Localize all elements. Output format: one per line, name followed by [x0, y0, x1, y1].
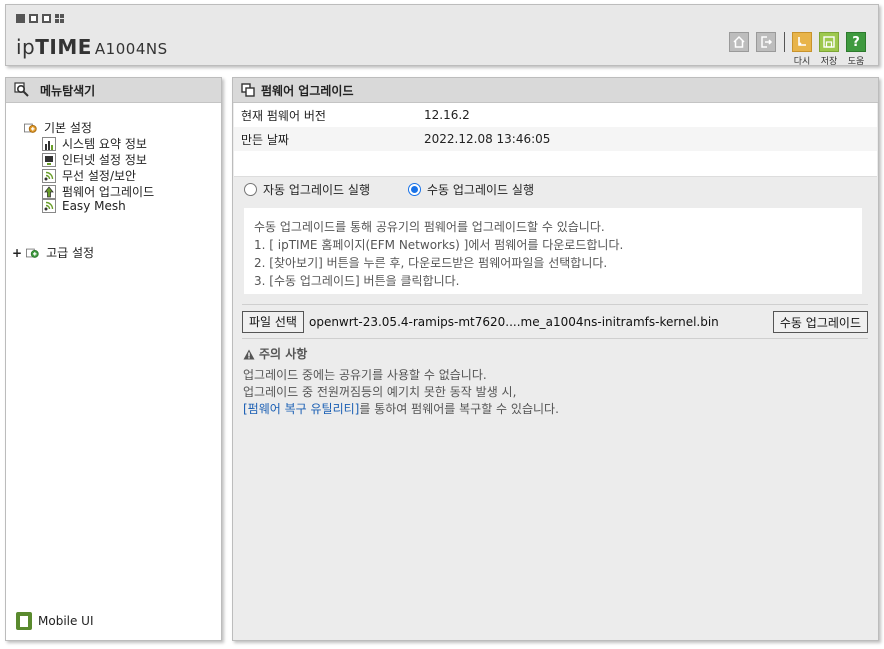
sidebar-title: 메뉴탐색기 [40, 83, 96, 98]
wireless-icon [42, 168, 56, 183]
guide-line: 2. [찾아보기] 버튼을 누른 후, 다운로드받은 펌웨어파일을 선택합니다. [254, 256, 608, 270]
caution-line: [펌웨어 복구 유틸리티]를 통하여 펌웨어를 복구할 수 있습니다. [243, 401, 559, 418]
caution-text: 를 통하여 펌웨어를 복구할 수 있습니다. [359, 402, 559, 416]
caution-line: 업그레이드 중에는 공유기를 사용할 수 없습니다. [243, 368, 487, 382]
window-icon [241, 83, 255, 97]
main-header: 펌웨어 업그레이드 [233, 78, 878, 103]
wireless-icon [42, 199, 56, 213]
menu-item-easy-mesh[interactable]: Easy Mesh [42, 199, 126, 213]
square-solid-icon [16, 14, 25, 23]
recovery-utility-link[interactable]: [펌웨어 복구 유틸리티] [243, 402, 359, 416]
caution-section: 주의 사항 업그레이드 중에는 공유기를 사용할 수 없습니다. 업그레이드 중… [243, 346, 559, 418]
radio-label: 자동 업그레이드 실행 [263, 183, 370, 197]
firmware-info: 현재 펌웨어 버전 12.16.2 만든 날짜 2022.12.08 13:46… [234, 103, 877, 177]
mobile-icon [16, 612, 32, 630]
grid-icon [55, 14, 64, 23]
brand: ipTIME A1004NS [16, 35, 168, 59]
menu-item-label: Easy Mesh [62, 199, 126, 213]
restart-button[interactable]: 다시 [792, 32, 812, 67]
radio-button-checked[interactable] [408, 183, 421, 196]
save-icon [819, 32, 839, 52]
help-label: 도움 [847, 57, 865, 67]
expand-toggle[interactable]: + [12, 246, 22, 260]
menu-group-basic[interactable]: 기본 설정 [24, 119, 92, 136]
mobile-ui-label: Mobile UI [38, 614, 94, 628]
file-upload-bar: 파일 선택 openwrt-23.05.4-ramips-mt7620....m… [242, 304, 868, 339]
menu-item-system-summary[interactable]: 시스템 요약 정보 [42, 135, 147, 152]
radio-auto-upgrade[interactable]: 자동 업그레이드 실행 [244, 181, 370, 198]
choose-file-button[interactable]: 파일 선택 [242, 310, 304, 333]
logout-icon [756, 32, 776, 52]
radio-label: 수동 업그레이드 실행 [427, 183, 534, 197]
folder-open-icon [24, 121, 38, 135]
monitor-icon [42, 152, 56, 167]
save-button[interactable]: 저장 [819, 32, 839, 67]
warning-icon [243, 349, 255, 360]
menu-item-label: 펌웨어 업그레이드 [62, 185, 155, 199]
save-label: 저장 [820, 57, 838, 67]
manual-upgrade-button[interactable]: 수동 업그레이드 [772, 311, 868, 333]
menu-item-label: 인터넷 설정 정보 [62, 153, 147, 167]
top-header: ipTIME A1004NS 다시 저장 ? 도움 [5, 4, 879, 67]
page-title: 펌웨어 업그레이드 [261, 83, 354, 98]
chart-icon [42, 136, 56, 151]
home-button[interactable] [729, 32, 749, 52]
info-spacer [234, 151, 877, 177]
firmware-version: 12.16.2 [424, 108, 470, 122]
selected-file-name: openwrt-23.05.4-ramips-mt7620....me_a100… [308, 314, 719, 329]
radio-button[interactable] [244, 183, 257, 196]
square-outline-icon [29, 14, 38, 23]
toolbar-divider [784, 32, 785, 52]
upgrade-guide: 수동 업그레이드를 통해 공유기의 펌웨어를 업그레이드할 수 있습니다. 1.… [244, 208, 862, 294]
logout-button[interactable] [756, 32, 776, 52]
info-row-date: 만든 날짜 2022.12.08 13:46:05 [234, 127, 877, 151]
square-outline-icon [42, 14, 51, 23]
guide-line: 3. [수동 업그레이드] 버튼을 클릭합니다. [254, 274, 460, 288]
caution-line: 업그레이드 중 전원꺼짐등의 예기치 못한 동작 발생 시, [243, 385, 517, 399]
magnifier-icon [14, 82, 30, 98]
restart-label: 다시 [793, 57, 811, 67]
main-panel: 펌웨어 업그레이드 현재 펌웨어 버전 12.16.2 만든 날짜 2022.1… [232, 77, 879, 641]
info-key: 현재 펌웨어 버전 [241, 108, 326, 123]
brand-logo: ipTIME [16, 35, 92, 59]
sidebar-header: 메뉴탐색기 [6, 78, 221, 103]
restart-icon [792, 32, 812, 52]
menu-item-wireless[interactable]: 무선 설정/보안 [42, 167, 136, 184]
sidebar: 메뉴탐색기 기본 설정 시스템 요약 정보 인터넷 설정 정보 무선 설정/보안 [5, 77, 222, 641]
menu-item-label: 무선 설정/보안 [62, 169, 137, 183]
upgrade-icon [42, 184, 56, 199]
radio-manual-upgrade[interactable]: 수동 업그레이드 실행 [408, 181, 534, 198]
build-date: 2022.12.08 13:46:05 [424, 132, 551, 146]
upgrade-mode-radios: 자동 업그레이드 실행 수동 업그레이드 실행 [244, 181, 572, 198]
header-toolbar: 다시 저장 ? 도움 [722, 32, 866, 67]
caution-title: 주의 사항 [259, 347, 308, 361]
menu-item-label: 시스템 요약 정보 [62, 137, 147, 151]
menu-item-internet-info[interactable]: 인터넷 설정 정보 [42, 151, 147, 168]
mobile-ui-link[interactable]: Mobile UI [16, 612, 94, 630]
menu-group-label: 기본 설정 [44, 121, 92, 135]
menu-group-advanced[interactable]: + 고급 설정 [12, 244, 94, 261]
help-button[interactable]: ? 도움 [846, 32, 866, 67]
menu-group-label: 고급 설정 [46, 246, 95, 260]
guide-line: 수동 업그레이드를 통해 공유기의 펌웨어를 업그레이드할 수 있습니다. [254, 220, 605, 234]
menu-item-firmware-upgrade[interactable]: 펌웨어 업그레이드 [42, 183, 154, 200]
folder-closed-icon [26, 246, 40, 260]
help-icon: ? [846, 32, 866, 52]
guide-line: 1. [ ipTIME 홈페이지(EFM Networks) ]에서 펌웨어를 … [254, 238, 624, 252]
info-key: 만든 날짜 [241, 132, 289, 147]
window-icons [16, 14, 64, 23]
brand-model: A1004NS [94, 40, 168, 58]
caution-heading: 주의 사항 [243, 346, 559, 363]
home-icon [729, 32, 749, 52]
info-row-version: 현재 펌웨어 버전 12.16.2 [234, 103, 877, 127]
